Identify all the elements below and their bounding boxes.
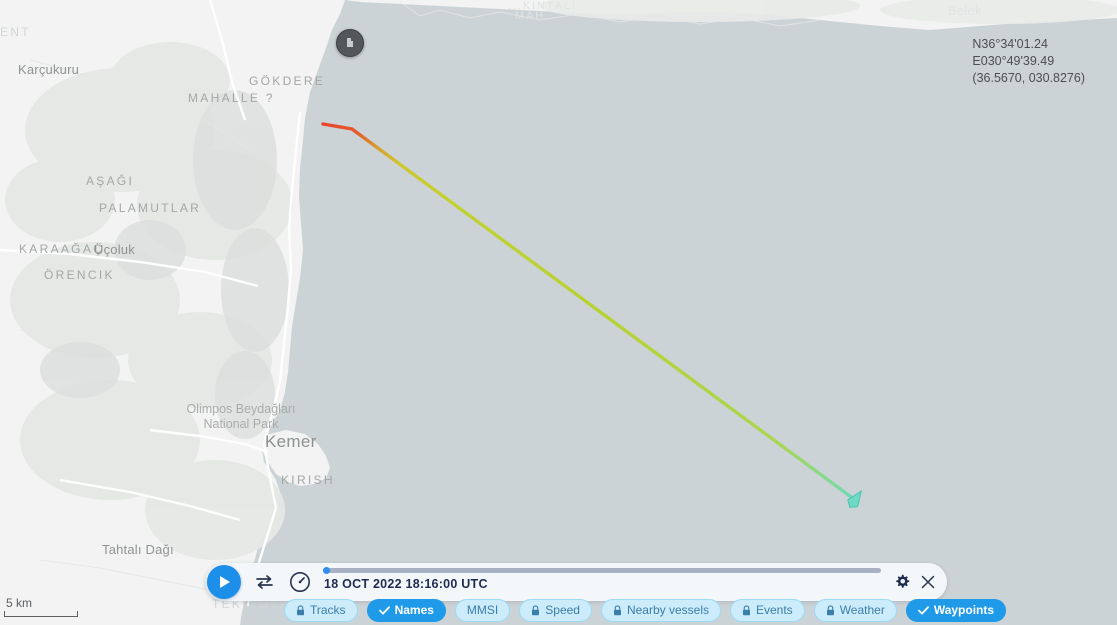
- close-icon: [921, 575, 935, 589]
- scale-bar-label: 5 km: [6, 596, 33, 610]
- check-icon: [378, 606, 390, 615]
- lock-icon: [743, 605, 750, 616]
- speed-gauge-button[interactable]: [285, 567, 315, 597]
- chip-mmsi[interactable]: MMSI: [454, 599, 511, 622]
- chip-label: Waypoints: [933, 603, 995, 617]
- map-canvas[interactable]: ENT Karçukuru MAHALLE ? GÖKDERE ...KINTA…: [0, 0, 1117, 625]
- vessel-origin-marker[interactable]: [336, 29, 364, 57]
- swap-direction-icon: [255, 575, 273, 589]
- chip-label: MMSI: [466, 603, 499, 617]
- timeline-timestamp: 18 OCT 2022 18:16:00 UTC: [324, 577, 488, 591]
- chip-label: Speed: [545, 603, 580, 617]
- play-button[interactable]: [207, 565, 241, 599]
- scale-bar-rule: [4, 611, 78, 617]
- chip-speed[interactable]: Speed: [519, 599, 592, 622]
- chip-label: Names: [394, 603, 434, 617]
- timeline-slider[interactable]: [323, 567, 881, 574]
- chip-tracks[interactable]: Tracks: [284, 599, 358, 622]
- lock-icon: [826, 605, 834, 616]
- coordinate-readout: N36°34'01.24 E030°49'39.49 (36.5670, 030…: [972, 36, 1085, 87]
- chip-events[interactable]: Events: [730, 599, 805, 622]
- vessel-tracking-map-app: ENT Karçukuru MAHALLE ? GÖKDERE ...KINTA…: [0, 0, 1117, 625]
- swap-direction-button[interactable]: [249, 567, 279, 597]
- timeline-center: 18 OCT 2022 18:16:00 UTC: [323, 563, 889, 601]
- land-mass: [0, 0, 1117, 625]
- chip-label: Weather: [839, 603, 885, 617]
- timeline-slider-handle[interactable]: [323, 567, 330, 574]
- timeline-bar: 18 OCT 2022 18:16:00 UTC: [205, 563, 947, 601]
- chip-label: Events: [756, 603, 793, 617]
- chip-nearby-vessels[interactable]: Nearby vessels: [600, 599, 721, 622]
- chip-weather[interactable]: Weather: [813, 599, 897, 622]
- speed-gauge-icon: [290, 572, 310, 592]
- check-icon: [917, 606, 929, 615]
- lock-icon: [297, 605, 304, 616]
- layer-chips-row: Tracks Names MMSI Speed Nearby vessels E…: [284, 599, 1007, 622]
- scale-bar: 5 km: [4, 596, 78, 617]
- gear-icon: [896, 574, 910, 588]
- chip-names[interactable]: Names: [366, 599, 446, 622]
- coordinate-decimal: (36.5670, 030.8276): [972, 71, 1085, 85]
- settings-button[interactable]: [889, 567, 915, 597]
- chip-label: Tracks: [310, 603, 346, 617]
- play-icon: [219, 576, 230, 588]
- vessel-glyph-icon: [347, 38, 353, 47]
- coordinate-latitude: N36°34'01.24: [972, 37, 1048, 51]
- chip-label: Nearby vessels: [626, 603, 709, 617]
- coordinate-longitude: E030°49'39.49: [972, 54, 1055, 68]
- lock-icon: [532, 605, 540, 616]
- lock-icon: [613, 605, 621, 616]
- chip-waypoints[interactable]: Waypoints: [905, 599, 1007, 622]
- close-button[interactable]: [915, 567, 941, 597]
